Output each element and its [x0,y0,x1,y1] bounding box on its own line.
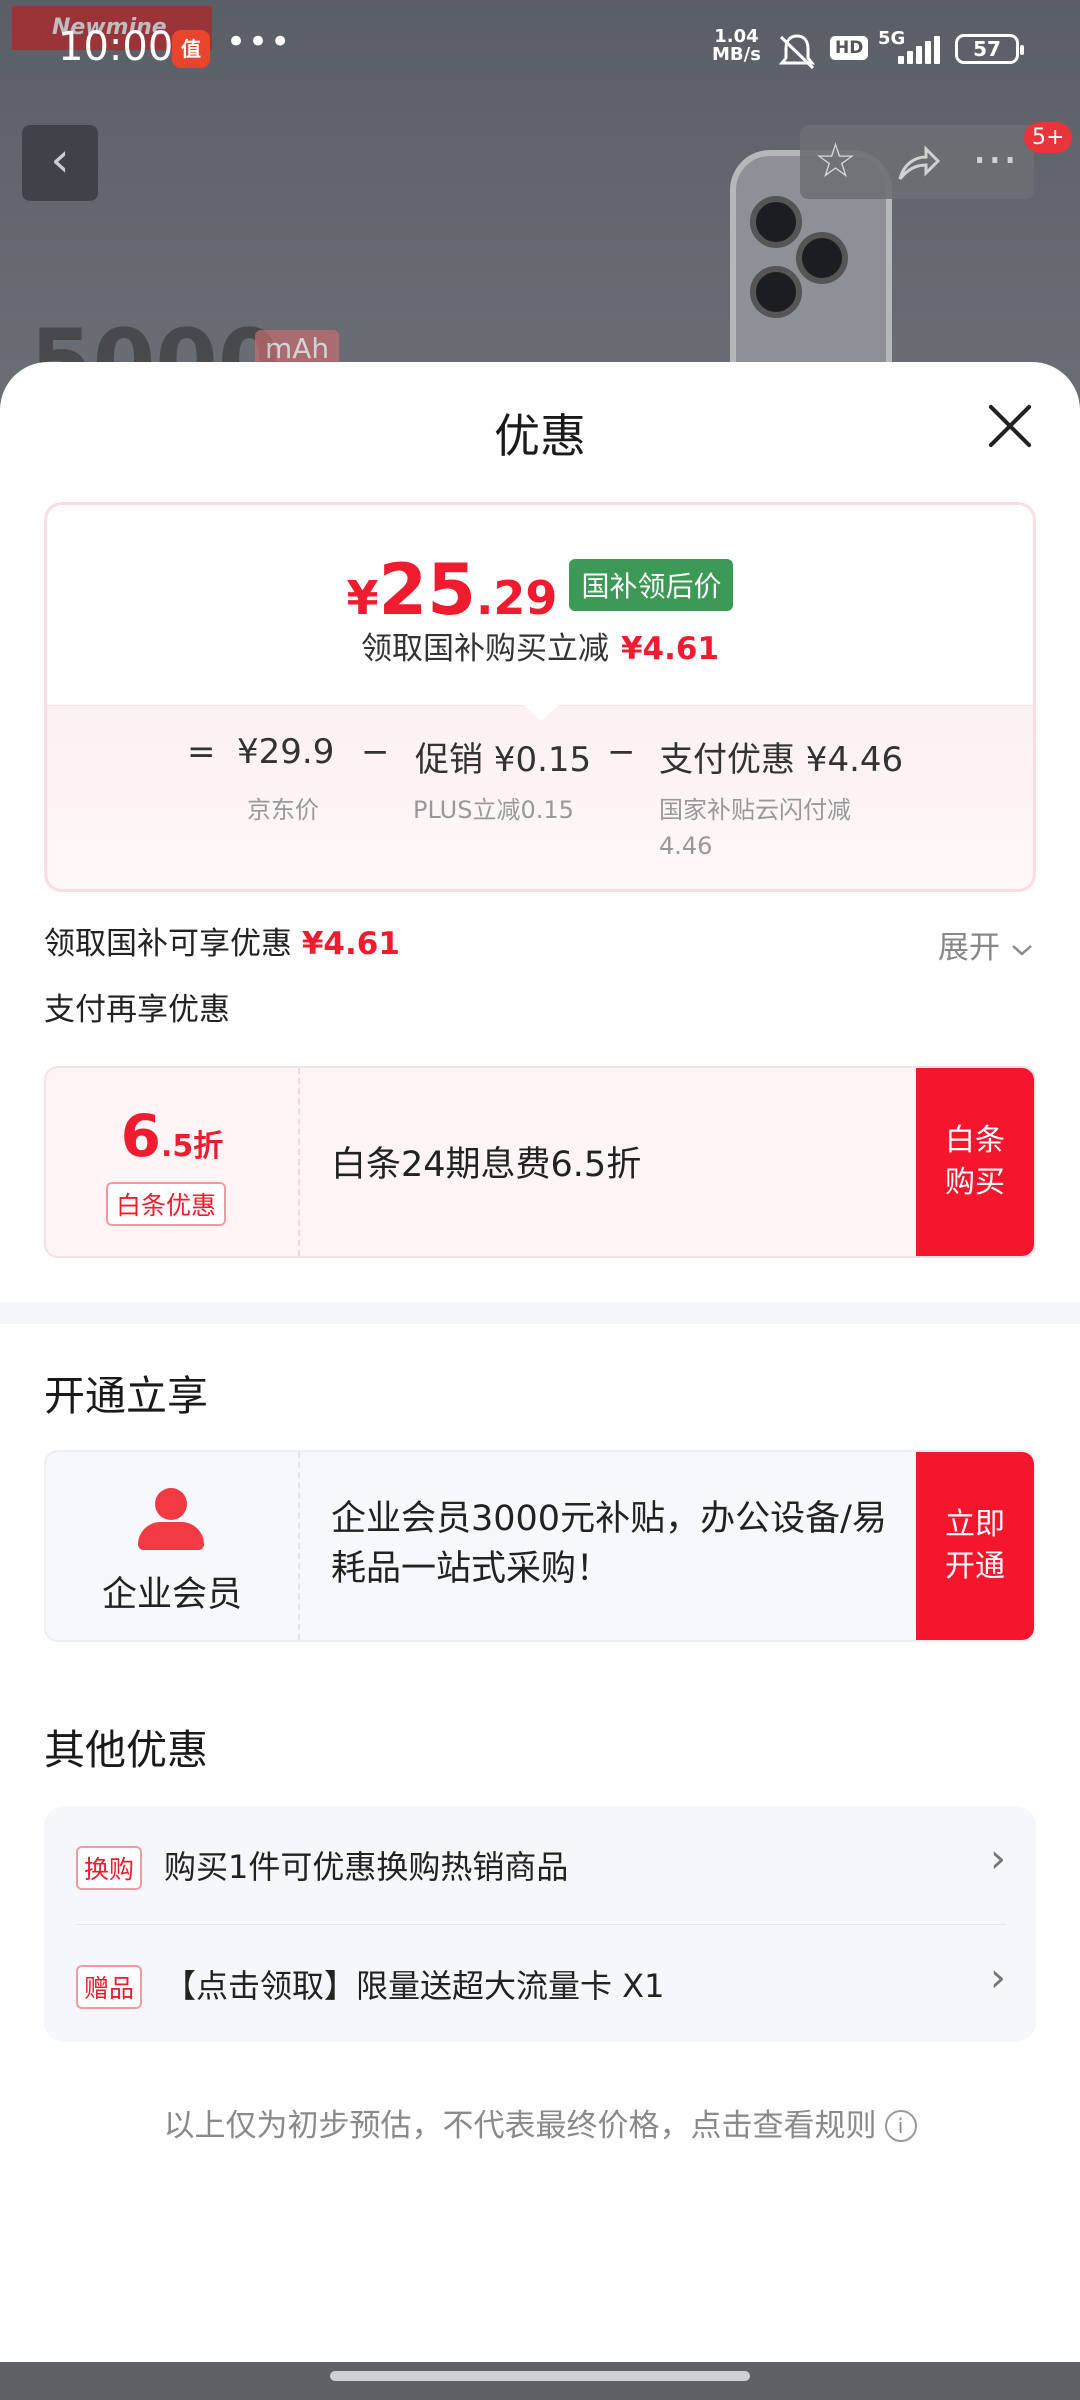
share-icon[interactable] [894,133,942,199]
promo-label: PLUS立减0.15 [413,796,574,824]
enterprise-member-card[interactable]: 企业会员 企业会员3000元补贴，办公设备/易耗品一站式采购！ 立即 开通 [44,1450,1036,1642]
offer-text: 【点击领取】限量送超大流量卡 X1 [164,1967,665,2005]
mute-icon [776,32,818,80]
hd-icon: HD [830,36,869,60]
jd-price-label: 京东价 [247,796,319,824]
close-icon[interactable] [985,402,1035,452]
star-icon[interactable]: ☆ [814,133,857,189]
discount-sheet: 优惠 ¥25.29 国补领后价 领取国补购买立减 ¥4.61 = ¥29.9 京东价… [0,362,1080,2362]
minus-sign: − [607,732,636,772]
app-notification-icon: 值 [172,30,210,68]
pay-discount-label: 国家补贴云闪付减 4.46 [659,796,851,860]
chevron-right-icon: › [990,1955,1006,2001]
minus-sign: − [361,732,390,772]
status-time: 10:00 [58,24,174,70]
price-formula: = ¥29.9 京东价 − 促销 ¥0.15 PLUS立减0.15 − 支付优惠… [47,705,1033,889]
info-icon[interactable]: i [884,2110,917,2142]
person-icon [138,1488,204,1552]
pay-discount: 支付优惠 ¥4.46 [659,740,904,780]
equals-sign: = [187,732,216,772]
promo-amount: 促销 ¥0.15 [415,740,592,780]
pay-more-label: 支付再享优惠 [44,992,230,1028]
offer-tag: 赠品 [76,1965,143,2009]
list-item[interactable]: 赠品 【点击领取】限量送超大流量卡 X1 › [76,1924,1006,2041]
back-arrow-icon[interactable]: ‹ [22,125,98,201]
subsidy-price-tag: 国补领后价 [569,559,734,611]
final-price: ¥25.29 国补领后价 [47,549,1033,631]
subsidy-benefit: 领取国补可享优惠 ¥4.61 [44,926,400,962]
open-section-heading: 开通立享 [44,1372,208,1420]
more-icon[interactable]: ··· [972,133,1018,189]
battery-icon: 57 [955,34,1024,64]
baitiao-offer-card[interactable]: 6.5折 白条优惠 白条24期息费6.5折 白条 购买 [44,1066,1036,1258]
nav-actions: ☆ ··· [800,125,1034,199]
member-name: 企业会员 [101,1575,242,1615]
subsidy-reduction: 领取国补购买立减 ¥4.61 [360,631,720,667]
status-bar: 10:00 值 ••• 1.04 MB/s HD 5G 57 [0,0,1080,100]
member-desc: 企业会员3000元补贴，办公设备/易耗品一站式采购！ [331,1499,887,1589]
list-item[interactable]: 换购 购买1件可优惠换购热销商品 › [76,1806,1006,1922]
system-nav-bar [0,2362,1080,2400]
cart-badge: 5+ [1024,122,1073,153]
home-indicator[interactable] [330,2371,750,2381]
other-section-heading: 其他优惠 [44,1726,208,1774]
price-disclaimer[interactable]: 以上仅为初步预估，不代表最终价格，点击查看规则 i [0,2100,1080,2145]
baitiao-desc: 白条24期息费6.5折 [331,1145,642,1185]
offer-tag: 换购 [76,1846,143,1890]
open-member-button[interactable]: 立即 开通 [916,1452,1034,1640]
jd-price: ¥29.9 [237,732,335,772]
chevron-right-icon: › [990,1836,1006,1882]
section-divider [0,1302,1080,1324]
baitiao-buy-button[interactable]: 白条 购买 [916,1068,1034,1256]
baitiao-discount: 6.5折 [120,1102,224,1170]
offer-text: 购买1件可优惠换购热销商品 [164,1848,569,1886]
network-speed: 1.04 MB/s [712,26,761,65]
price-card: ¥25.29 国补领后价 领取国补购买立减 ¥4.61 = ¥29.9 京东价 − … [44,502,1036,892]
expand-toggle[interactable]: 展开 [938,922,1034,967]
chevron-down-icon [1010,930,1034,966]
other-offers-list: 换购 购买1件可优惠换购热销商品 › 赠品 【点击领取】限量送超大流量卡 X1 … [44,1806,1036,2042]
sheet-title: 优惠 [494,409,586,463]
baitiao-tag: 白条优惠 [106,1182,227,1226]
more-notifications-icon: ••• [226,22,293,62]
signal-icon [898,36,940,64]
